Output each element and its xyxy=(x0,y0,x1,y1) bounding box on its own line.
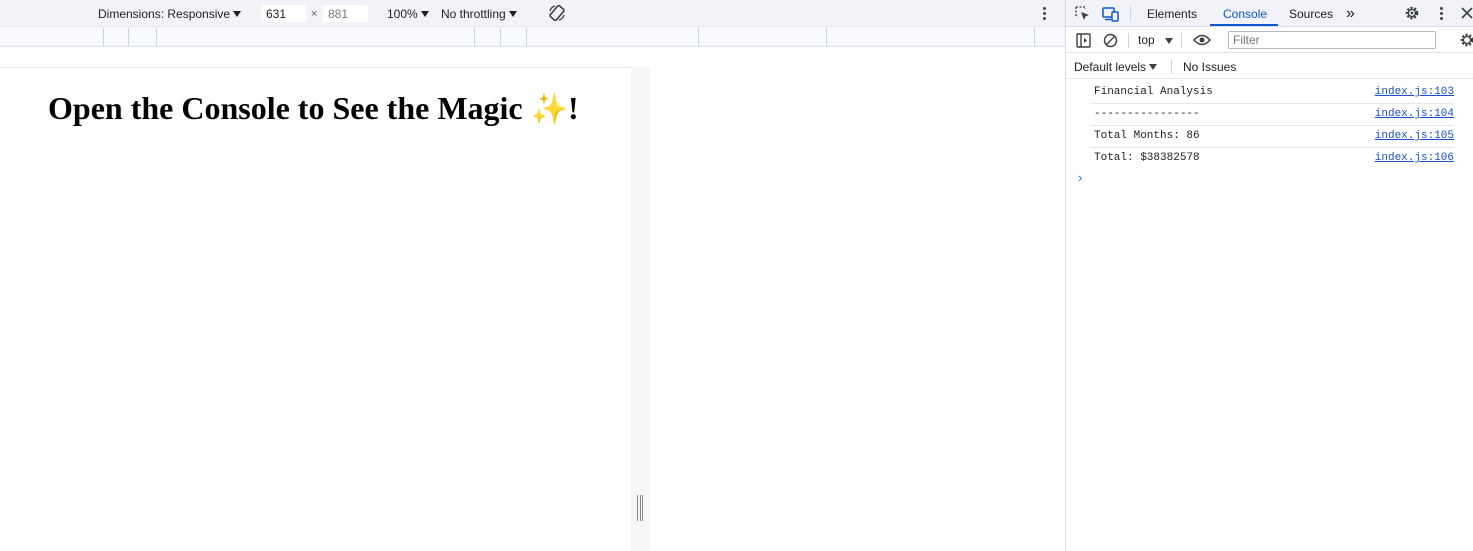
width-input[interactable]: 631 xyxy=(261,5,306,22)
console-settings-gear-icon[interactable] xyxy=(1458,31,1473,49)
chevron-down-icon xyxy=(233,11,242,17)
context-label: top xyxy=(1138,33,1155,47)
source-link[interactable]: index.js:103 xyxy=(1375,86,1454,98)
tab-elements[interactable]: Elements xyxy=(1147,0,1197,27)
message-text: Total: $38382578 xyxy=(1094,152,1200,164)
filter-input[interactable] xyxy=(1228,31,1436,49)
rotate-icon[interactable] xyxy=(547,3,567,23)
media-query-ruler xyxy=(0,28,1065,47)
device-emulation-area: Dimensions: Responsive 631 × 881 100% No… xyxy=(0,0,1065,551)
levels-label: Default levels xyxy=(1074,59,1147,74)
console-message: Financial Analysis index.js:103 xyxy=(1090,82,1454,104)
active-tab-indicator xyxy=(1210,24,1278,26)
page-heading: Open the Console to See the Magic ✨! xyxy=(48,90,579,127)
resize-handle[interactable] xyxy=(637,495,643,521)
source-link[interactable]: index.js:106 xyxy=(1375,152,1454,164)
log-levels-dropdown[interactable]: Default levels xyxy=(1074,54,1158,79)
close-icon[interactable] xyxy=(1459,5,1473,21)
context-selector[interactable]: top xyxy=(1138,31,1173,49)
tab-sources[interactable]: Sources xyxy=(1289,0,1333,27)
sparkles-icon: ✨ xyxy=(530,92,568,127)
console-toolbar: top xyxy=(1066,27,1473,53)
zoom-dropdown[interactable]: 100% xyxy=(387,0,429,27)
throttling-dropdown[interactable]: No throttling xyxy=(441,0,517,27)
message-text: ---------------- xyxy=(1094,108,1200,120)
source-link[interactable]: index.js:104 xyxy=(1375,108,1454,120)
dimension-separator: × xyxy=(311,7,318,20)
console-messages: Financial Analysis index.js:103 --------… xyxy=(1066,82,1473,170)
heading-exclamation: ! xyxy=(567,90,579,126)
tab-console[interactable]: Console xyxy=(1223,0,1267,27)
console-prompt-chevron-icon[interactable]: › xyxy=(1078,170,1082,185)
chevron-down-icon xyxy=(1149,64,1158,70)
chevron-down-icon xyxy=(420,11,429,17)
device-toolbar: Dimensions: Responsive 631 × 881 100% No… xyxy=(0,0,1065,27)
heading-text: Open the Console to See the Magic xyxy=(48,90,531,126)
throttling-label: No throttling xyxy=(441,6,506,21)
more-tabs-icon[interactable]: » xyxy=(1346,0,1355,27)
devtools-more-options-icon[interactable] xyxy=(1439,7,1443,20)
settings-gear-icon[interactable] xyxy=(1403,4,1421,22)
sidebar-toggle-icon[interactable] xyxy=(1074,31,1092,49)
more-options-icon[interactable] xyxy=(1042,7,1046,20)
message-text: Financial Analysis xyxy=(1094,86,1213,98)
resize-gutter xyxy=(631,67,650,551)
console-levels-bar: Default levels No Issues xyxy=(1066,54,1473,79)
chevron-down-icon xyxy=(508,11,517,17)
device-toggle-icon[interactable] xyxy=(1101,5,1121,23)
chevron-down-icon xyxy=(1164,37,1173,44)
eye-icon[interactable] xyxy=(1192,31,1212,49)
dimensions-dropdown[interactable]: Dimensions: Responsive xyxy=(98,0,242,27)
devtools-tabbar: Elements Console Sources » xyxy=(1066,0,1473,27)
height-input[interactable]: 881 xyxy=(323,5,368,22)
console-message: Total Months: 86 index.js:105 xyxy=(1090,126,1454,148)
inspect-element-icon[interactable] xyxy=(1074,5,1092,23)
console-message: ---------------- index.js:104 xyxy=(1090,104,1454,126)
issues-counter[interactable]: No Issues xyxy=(1183,54,1236,79)
page-viewport: Open the Console to See the Magic ✨! xyxy=(0,67,631,551)
devtools-panel: Elements Console Sources » top Filter De… xyxy=(1065,0,1473,551)
source-link[interactable]: index.js:105 xyxy=(1375,130,1454,142)
dimensions-label: Dimensions: Responsive xyxy=(98,6,231,21)
message-text: Total Months: 86 xyxy=(1094,130,1200,142)
zoom-label: 100% xyxy=(387,6,418,21)
console-message: Total: $38382578 index.js:106 xyxy=(1090,148,1454,170)
clear-console-icon[interactable] xyxy=(1101,31,1119,49)
